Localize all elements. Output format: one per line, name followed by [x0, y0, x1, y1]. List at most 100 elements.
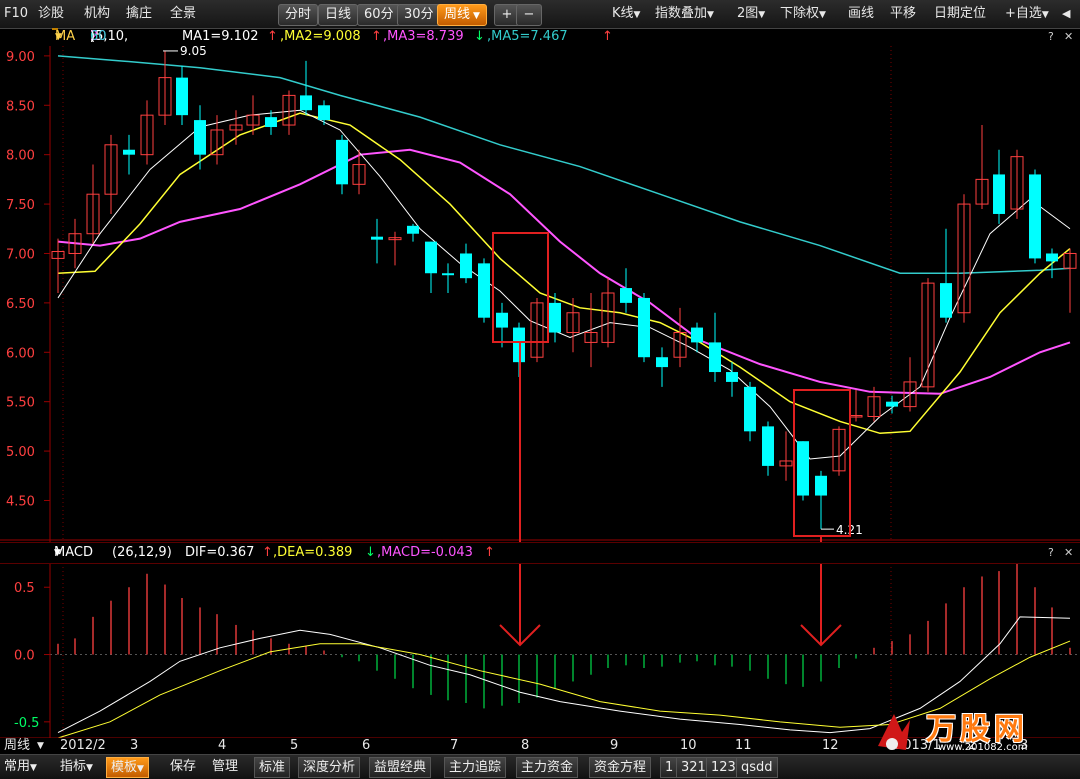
indicator-label: 指标 [60, 759, 87, 774]
macd-axis-label: 0.5 [14, 581, 35, 596]
candle-body [300, 95, 312, 111]
candle-body [282, 94, 296, 126]
period-intraday-tab[interactable]: 分时 [278, 4, 319, 26]
annotation-box [793, 389, 851, 537]
price-axis-label: 8.50 [6, 99, 35, 114]
index-overlay-menu[interactable]: 指数叠加▼ [655, 5, 714, 23]
kline-chart[interactable]: 9.00 8.50 8.00 7.50 7.00 6.50 6.00 5.50 5.00 4.50… [0, 0, 1080, 778]
candle-body [246, 114, 260, 126]
price-axis-label: 9.00 [6, 50, 35, 65]
ma20-line [57, 148, 1071, 395]
logo-url: www.201082.com [938, 742, 1028, 753]
tab-standard[interactable]: 标准 [254, 757, 291, 778]
ma-params-suffix: ) [90, 29, 96, 44]
zoom-out-button[interactable]: − [516, 4, 542, 26]
ex-rights-menu[interactable]: 下除权▼ [780, 5, 826, 23]
candle-body [993, 174, 1005, 214]
candle-body [530, 302, 544, 358]
price-axis-label: 4.50 [6, 494, 35, 509]
candle-body [673, 332, 687, 358]
tab-fund-equation[interactable]: 资金方程 [589, 757, 652, 778]
candle-body [903, 381, 917, 408]
dea-value: ,DEA=0.389 [273, 545, 353, 560]
tab-yimeng-classic[interactable]: 益盟经典 [369, 757, 432, 778]
period-daily-tab[interactable]: 日线 [318, 4, 359, 26]
panorama-button[interactable]: 全景 [170, 5, 196, 23]
dropdown-arrow-icon: ▼ [54, 548, 61, 558]
tab-qsdd[interactable]: qsdd [736, 757, 778, 778]
period-weekly-tab[interactable]: 周线 ▼ [437, 4, 487, 26]
candle-body [478, 263, 490, 318]
dea-down-arrow-icon: ↓ [365, 545, 376, 560]
bottom-toolbar: 常用▼ 指标▼ 模板▼ 保存 管理 标准 深度分析 益盟经典 主力追踪 主力资金… [0, 754, 1080, 779]
ma5-up-arrow-icon: ↑ [602, 29, 613, 44]
candle-body [513, 327, 525, 363]
help-icon[interactable]: ? [1048, 543, 1054, 563]
candle-body [601, 292, 615, 343]
ma1-value: MA1=9.102 [182, 29, 259, 44]
ma2-value: ,MA2=9.008 [280, 29, 361, 44]
price-axis-label: 6.00 [6, 346, 35, 361]
ma-indicator-select[interactable]: MA ▼ [52, 28, 75, 44]
watchlist-label: +自选 [1005, 6, 1042, 21]
price-axis-label: 7.00 [6, 247, 35, 262]
ma2-up-arrow-icon: ↑ [371, 29, 382, 44]
candle-body [549, 302, 561, 333]
ma3-value: ,MA3=8.739 [383, 29, 464, 44]
template-menu[interactable]: 模板▼ [106, 757, 149, 778]
index-overlay-label: 指数叠加 [655, 6, 708, 21]
candle-body [957, 203, 971, 314]
candle-body [265, 117, 277, 128]
candle-body [460, 253, 472, 279]
candle-body [176, 77, 188, 116]
tab-main-force-funds[interactable]: 主力资金 [516, 757, 579, 778]
price-axis-label: 5.00 [6, 445, 35, 460]
candle-body [797, 441, 809, 496]
dropdown-arrow-icon: ▼ [758, 10, 766, 20]
dropdown-arrow-icon: ▼ [30, 763, 37, 773]
date-tick: 9 [610, 738, 619, 753]
date-tick: 8 [521, 738, 530, 753]
candle-body [940, 283, 952, 318]
diagnose-button[interactable]: 诊股 [38, 5, 64, 23]
date-tick: 12 [822, 738, 839, 753]
dropdown-arrow-icon: ▼ [55, 32, 62, 42]
save-button[interactable]: 保存 [170, 758, 196, 776]
candle-body [158, 77, 172, 116]
two-chart-menu[interactable]: 2图▼ [737, 5, 765, 23]
indicator-menu[interactable]: 指标▼ [60, 758, 93, 776]
help-icon[interactable]: ? [1048, 28, 1054, 46]
candle-body [886, 401, 898, 407]
candle-body [779, 460, 793, 467]
manage-button[interactable]: 管理 [212, 758, 238, 776]
ma60-line [57, 55, 1071, 274]
candle-body [620, 288, 632, 303]
ma-legend: MA ▼ (5,10, 20, 60) MA1=9.102 ↑ ,MA2=9.008 … [0, 28, 1080, 46]
period-30min-tab[interactable]: 30分 [397, 4, 441, 26]
capture-dealer-button[interactable]: 擒庄 [126, 5, 152, 23]
scroll-left-icon[interactable]: ◀ [1062, 5, 1070, 23]
date-tick: 10 [680, 738, 697, 753]
common-menu[interactable]: 常用▼ [4, 758, 37, 776]
top-toolbar: F10 诊股 机构 擒庄 全景 分时 日线 60分 30分 周线 ▼ + − K线… [0, 0, 1080, 29]
close-icon[interactable]: ✕ [1064, 543, 1073, 563]
institution-button[interactable]: 机构 [84, 5, 110, 23]
kline-menu[interactable]: K线▼ [612, 5, 640, 23]
close-icon[interactable]: ✕ [1064, 28, 1073, 46]
dropdown-arrow-icon: ▼ [819, 10, 826, 20]
tab-main-force-tracking[interactable]: 主力追踪 [444, 757, 507, 778]
pan-button[interactable]: 平移 [890, 5, 916, 23]
draw-line-button[interactable]: 画线 [848, 5, 874, 23]
low-price-label: 4.21 [836, 523, 863, 537]
ma1-up-arrow-icon: ↑ [267, 29, 278, 44]
period-60min-tab[interactable]: 60分 [357, 4, 401, 26]
candle-body [691, 327, 703, 343]
annotation-box [492, 232, 549, 343]
date-locate-button[interactable]: 日期定位 [934, 5, 986, 23]
annotation-arrow-head [499, 624, 541, 647]
period-weekly-label: 周线 [444, 7, 471, 22]
watchlist-menu[interactable]: +自选▼ [1005, 5, 1049, 23]
tab-deep-analysis[interactable]: 深度分析 [298, 757, 361, 778]
candle-body [867, 396, 881, 417]
f10-button[interactable]: F10 [4, 5, 28, 23]
